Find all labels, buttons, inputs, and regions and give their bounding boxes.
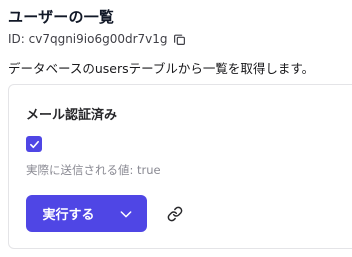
page-title: ユーザーの一覧: [8, 8, 115, 26]
copy-link-button[interactable]: [166, 205, 184, 223]
run-button[interactable]: 実行する: [26, 195, 105, 232]
copy-id-button[interactable]: [173, 32, 187, 46]
sent-value-hint: 実際に送信される値: true: [26, 163, 161, 177]
form-card: メール認証済み 実際に送信される値: true 実行する: [8, 84, 352, 249]
page-description: データベースのusersテーブルから一覧を取得します。: [8, 61, 315, 76]
link-icon: [167, 206, 183, 222]
email-verified-checkbox[interactable]: [26, 136, 42, 152]
field-label-email-verified: メール認証済み: [26, 108, 118, 123]
id-text: ID: cv7qgni9io6g00dr7v1g: [8, 32, 168, 46]
run-options-dropdown[interactable]: [105, 195, 147, 232]
run-button-group: 実行する: [26, 195, 147, 232]
run-button-label: 実行する: [42, 208, 95, 223]
copy-icon: [174, 34, 185, 45]
id-row: ID: cv7qgni9io6g00dr7v1g: [8, 32, 187, 46]
check-icon: [29, 140, 39, 148]
chevron-down-icon: [120, 210, 132, 217]
